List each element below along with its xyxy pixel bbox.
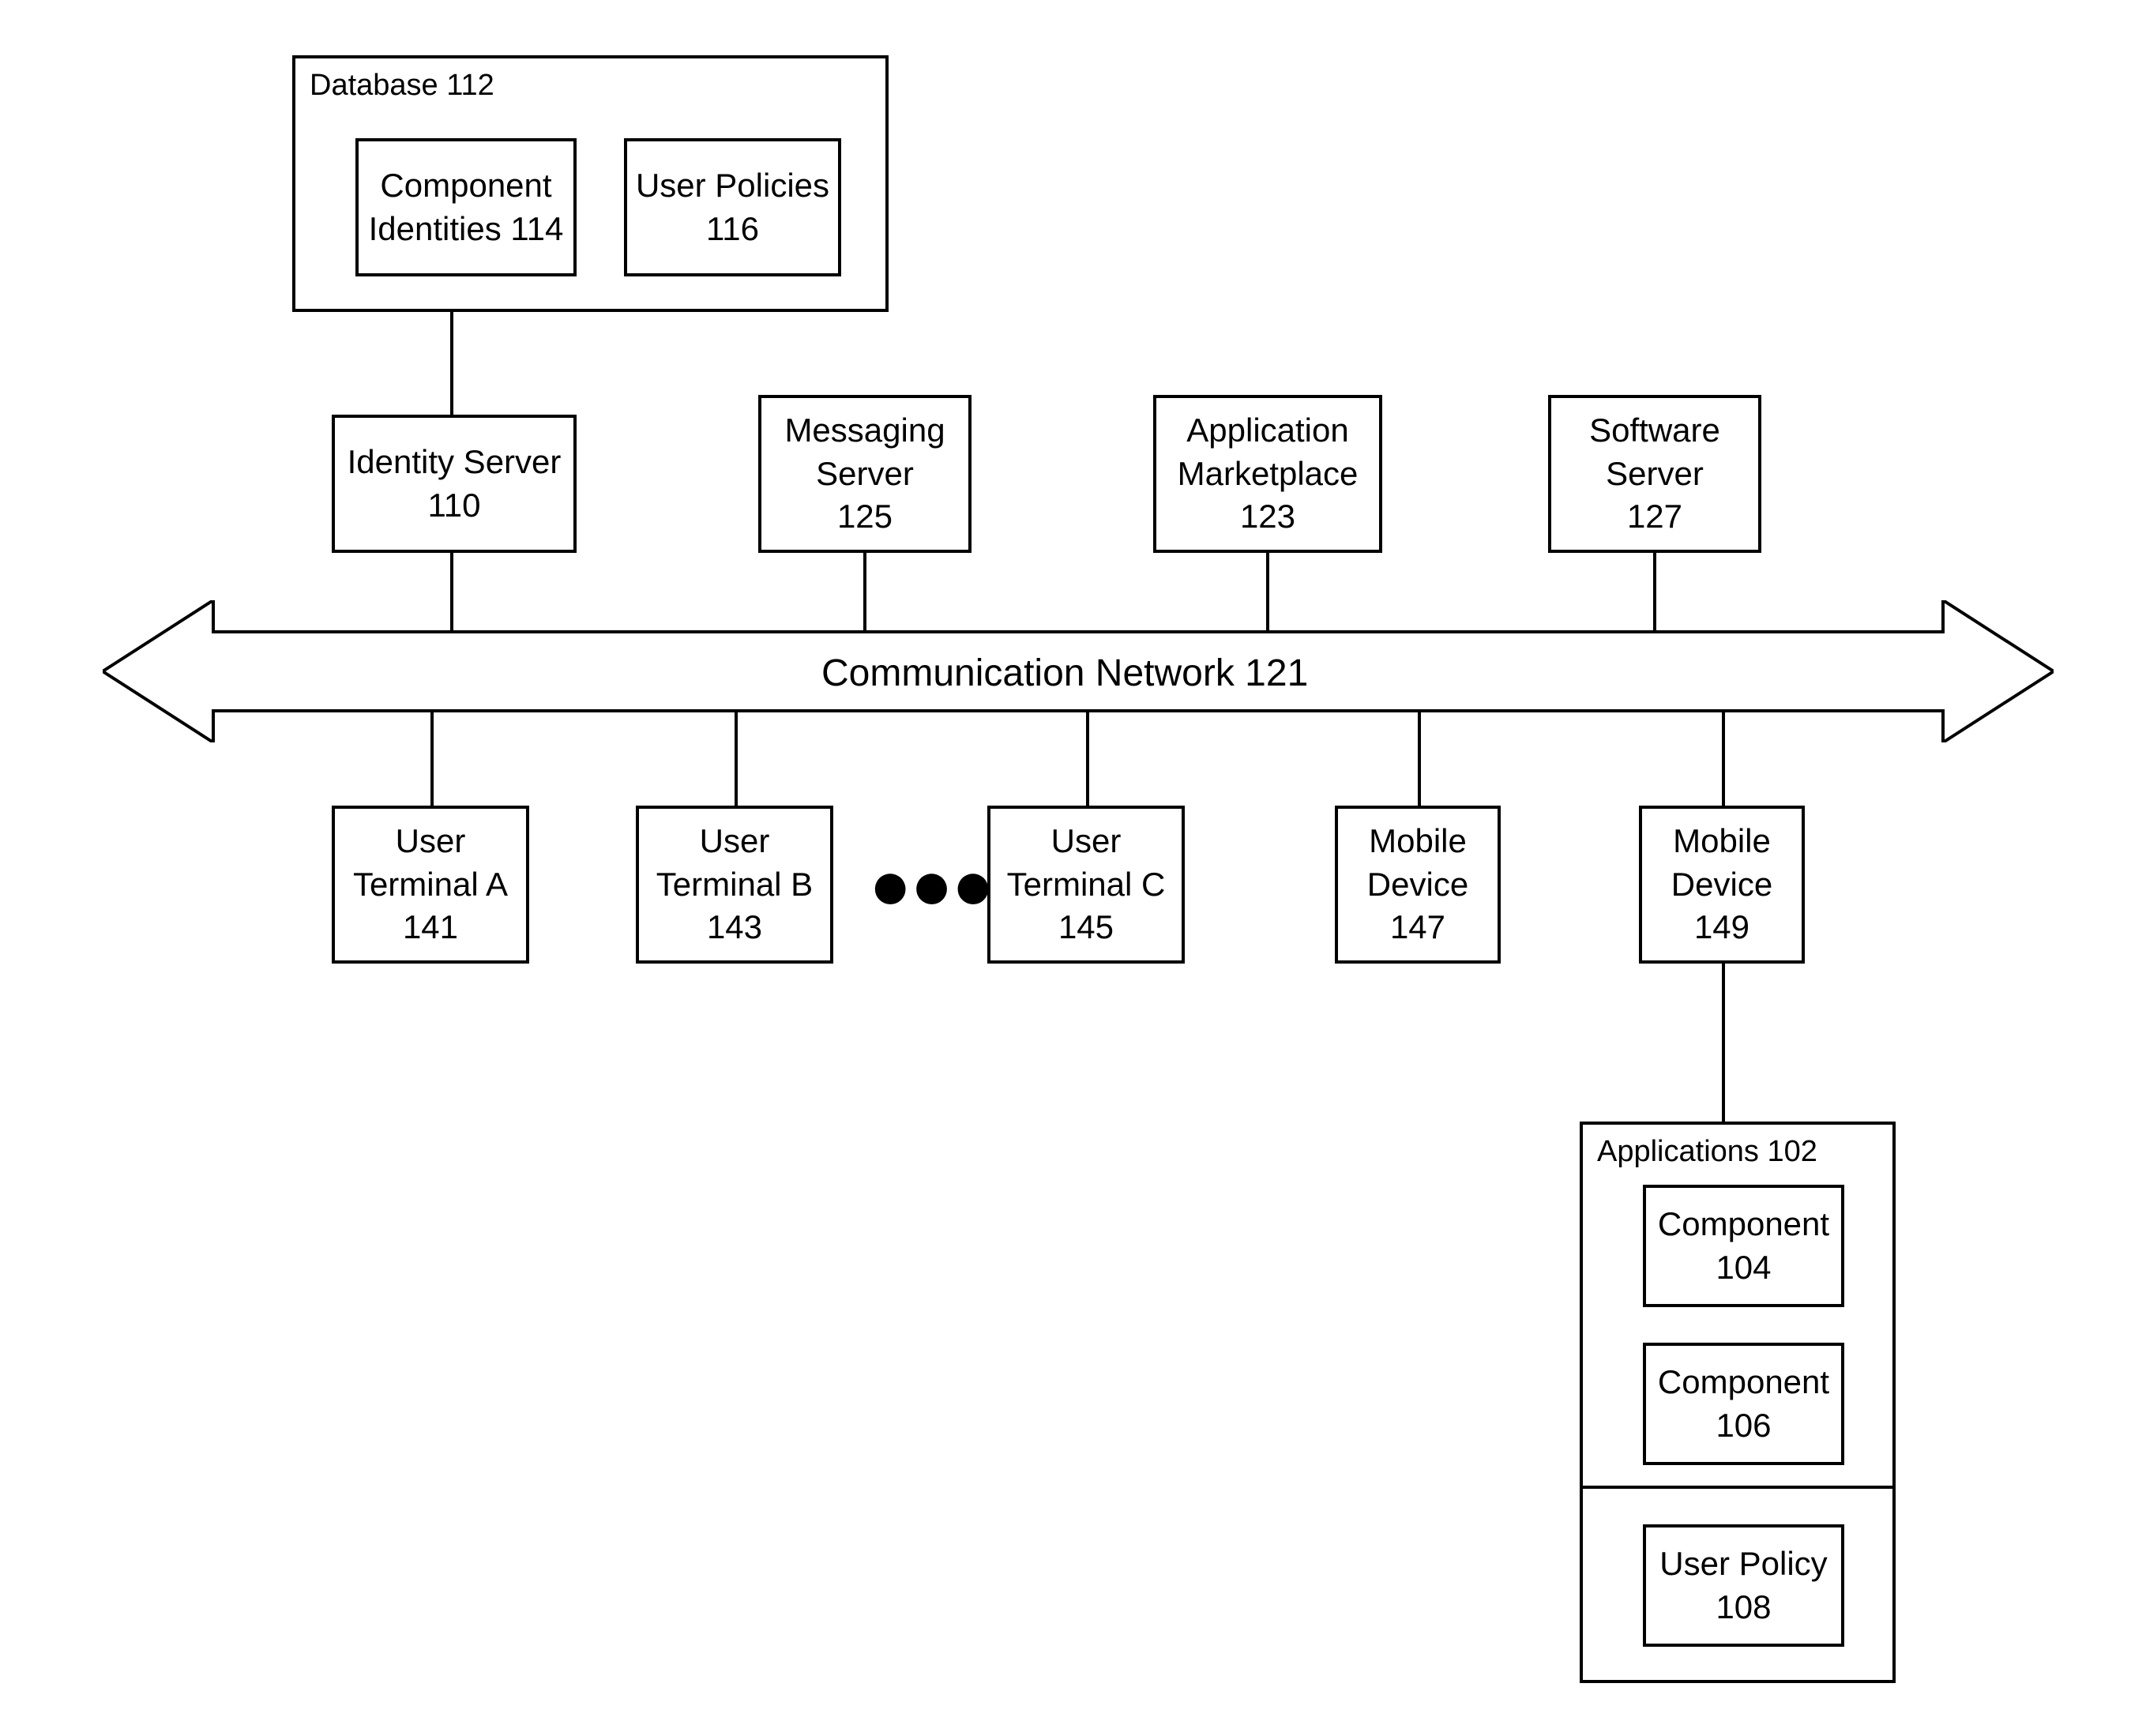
component-104-box: Component 104 xyxy=(1643,1185,1844,1307)
marketplace-l3: 123 xyxy=(1240,495,1295,539)
identity-server-l1: Identity Server xyxy=(348,441,562,484)
user-terminal-b-l2: Terminal B xyxy=(656,863,813,907)
user-terminal-b-box: User Terminal B 143 xyxy=(636,806,833,964)
application-marketplace-box: Application Marketplace 123 xyxy=(1153,395,1382,553)
identity-server-box: Identity Server 110 xyxy=(332,415,577,553)
marketplace-l2: Marketplace xyxy=(1178,453,1359,496)
messaging-server-box: Messaging Server 125 xyxy=(758,395,972,553)
user-policy-box: User Policy 108 xyxy=(1643,1524,1844,1647)
mobile-device-1-box: Mobile Device 147 xyxy=(1335,806,1501,964)
component-106-l1: Component xyxy=(1658,1361,1829,1404)
applications-title: Applications 102 xyxy=(1597,1133,1817,1171)
user-terminal-b-l3: 143 xyxy=(707,906,762,949)
component-106-l2: 106 xyxy=(1716,1404,1771,1448)
component-104-l1: Component xyxy=(1658,1203,1829,1246)
ellipsis-icon: ●●● xyxy=(869,845,993,926)
messaging-server-l3: 125 xyxy=(837,495,893,539)
mobile-device-1-l2: Device xyxy=(1367,863,1468,907)
user-policies-box: User Policies 116 xyxy=(624,138,841,276)
identity-server-l2: 110 xyxy=(428,484,481,528)
user-policies-l2: 116 xyxy=(706,208,759,251)
user-terminal-c-l3: 145 xyxy=(1058,906,1114,949)
connector-net-mobile1 xyxy=(1418,711,1421,806)
mobile-device-2-box: Mobile Device 149 xyxy=(1639,806,1805,964)
software-server-l2: Server xyxy=(1606,453,1704,496)
connector-net-termc xyxy=(1086,711,1089,806)
user-policy-l2: 108 xyxy=(1716,1586,1771,1629)
messaging-server-l2: Server xyxy=(816,453,914,496)
connector-net-termb xyxy=(735,711,738,806)
component-106-box: Component 106 xyxy=(1643,1343,1844,1465)
user-terminal-a-l3: 141 xyxy=(403,906,458,949)
mobile-device-2-l1: Mobile xyxy=(1673,820,1771,863)
user-terminal-a-l2: Terminal A xyxy=(353,863,508,907)
mobile-device-2-l3: 149 xyxy=(1694,906,1749,949)
marketplace-l1: Application xyxy=(1186,409,1348,453)
connector-mobile2-apps xyxy=(1722,964,1725,1122)
connector-db-identity xyxy=(450,312,453,415)
connector-net-mobile2 xyxy=(1722,711,1725,806)
communication-network-label: Communication Network 121 xyxy=(821,652,1308,695)
software-server-l3: 127 xyxy=(1627,495,1682,539)
component-identities-l1: Component xyxy=(380,164,551,208)
messaging-server-l1: Messaging xyxy=(784,409,945,453)
software-server-box: Software Server 127 xyxy=(1548,395,1761,553)
component-identities-box: Component Identities 114 xyxy=(355,138,577,276)
user-terminal-b-l1: User xyxy=(700,820,770,863)
mobile-device-1-l3: 147 xyxy=(1390,906,1445,949)
connector-net-terma xyxy=(430,711,434,806)
user-policy-l1: User Policy xyxy=(1659,1542,1827,1586)
user-terminal-a-l1: User xyxy=(396,820,466,863)
component-identities-l2: Identities 114 xyxy=(369,208,564,251)
user-terminal-c-l1: User xyxy=(1051,820,1122,863)
user-terminal-c-box: User Terminal C 145 xyxy=(987,806,1185,964)
mobile-device-1-l1: Mobile xyxy=(1369,820,1467,863)
database-title: Database 112 xyxy=(310,66,494,105)
user-terminal-a-box: User Terminal A 141 xyxy=(332,806,529,964)
user-policies-l1: User Policies xyxy=(636,164,829,208)
user-terminal-c-l2: Terminal C xyxy=(1007,863,1166,907)
mobile-device-2-l2: Device xyxy=(1671,863,1772,907)
component-104-l2: 104 xyxy=(1716,1246,1771,1290)
software-server-l1: Software xyxy=(1589,409,1720,453)
